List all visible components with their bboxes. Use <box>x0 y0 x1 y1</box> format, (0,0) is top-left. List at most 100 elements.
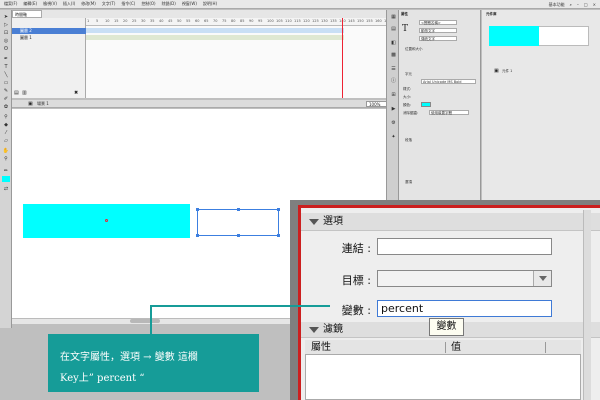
ruler-number: 135 <box>330 19 337 23</box>
menu-debug[interactable]: 除錯(D) <box>162 1 176 7</box>
pen-tool-icon[interactable]: ✒ <box>2 56 10 62</box>
layer-row-selected[interactable]: 圖層 2 <box>12 28 86 34</box>
transform-panel-icon[interactable]: ⊞ <box>389 92 398 99</box>
hand-tool-icon[interactable]: ✋ <box>2 148 10 154</box>
playhead[interactable] <box>342 18 343 98</box>
paint-bucket-tool-icon[interactable]: ◆ <box>2 122 10 128</box>
text-tool-icon[interactable]: T <box>2 64 10 70</box>
section-position-size[interactable]: 位置和大小 <box>405 47 423 52</box>
align-panel-icon[interactable]: ☰ <box>389 66 398 73</box>
options-section-header[interactable]: 選項 <box>301 213 600 231</box>
swap-colors-icon[interactable]: ⇄ <box>2 186 10 192</box>
registration-point <box>105 219 108 222</box>
workspace-switcher[interactable]: 基本功能 ⌕ – □ × <box>549 0 600 9</box>
library-item[interactable]: 元件 1 <box>502 69 512 74</box>
stroke-color-icon[interactable]: ✏ <box>2 168 10 174</box>
motion-presets-icon[interactable]: ▶ <box>389 106 398 113</box>
new-folder-icon[interactable]: ▥ <box>22 90 27 96</box>
actions-panel-icon[interactable]: ✦ <box>389 134 398 141</box>
timeline-ruler[interactable]: 1 5 10 15 20 25 30 35 40 45 50 55 60 65 70 75 80 85 90 95 10… <box>86 18 390 26</box>
menu-help[interactable]: 說明(H) <box>203 1 217 7</box>
instance-name-input[interactable]: <實體名稱> <box>419 20 457 25</box>
fill-color-swatch[interactable] <box>2 176 10 182</box>
link-input[interactable] <box>377 238 552 255</box>
column-header-value: 值 <box>451 342 461 353</box>
pencil-tool-icon[interactable]: ✎ <box>2 88 10 94</box>
ruler-number: 5 <box>96 19 99 23</box>
resize-handle[interactable] <box>277 234 280 237</box>
dynamic-text-field[interactable] <box>196 208 280 237</box>
frame-row[interactable] <box>86 28 344 33</box>
color-panel-icon[interactable]: ◧ <box>389 40 398 47</box>
target-select[interactable] <box>377 270 552 287</box>
section-options[interactable]: 選項 <box>405 180 412 185</box>
resize-handle[interactable] <box>237 234 240 237</box>
components-panel-icon[interactable]: ⚙ <box>389 120 398 127</box>
font-family-select[interactable]: Arial Unicode MS Bold <box>421 79 476 84</box>
timeline-tab[interactable]: 時間軸 <box>12 10 42 18</box>
free-transform-tool-icon[interactable]: ⊡ <box>2 30 10 36</box>
eraser-tool-icon[interactable]: ▱ <box>2 138 10 144</box>
menu-view[interactable]: 檢視(V) <box>43 1 57 7</box>
scrollbar-thumb[interactable] <box>130 319 160 323</box>
size-label: 大小: <box>403 95 412 99</box>
subselection-tool-icon[interactable]: ▷ <box>2 22 10 28</box>
resize-handle[interactable] <box>196 208 199 211</box>
library-panel-icon[interactable]: ▤ <box>389 26 398 33</box>
line-tool-icon[interactable]: ╲ <box>2 72 10 78</box>
section-paragraph[interactable]: 段落 <box>405 138 412 143</box>
selection-tool-icon[interactable]: ➤ <box>2 14 10 20</box>
bone-tool-icon[interactable]: ⚲ <box>2 114 10 120</box>
frame-grid[interactable] <box>86 26 390 98</box>
frame-row[interactable] <box>86 35 344 40</box>
new-layer-icon[interactable]: ▤ <box>14 90 19 96</box>
maximize-icon[interactable]: □ <box>584 2 588 7</box>
link-label: 連結 : <box>341 242 371 255</box>
ruler-number: 1 <box>87 19 90 23</box>
menu-control[interactable]: 控制(O) <box>141 1 155 7</box>
zoom-tool-icon[interactable]: ⚲ <box>2 156 10 162</box>
ruler-number: 85 <box>240 19 245 23</box>
lasso-tool-icon[interactable]: ʘ <box>2 46 10 52</box>
text-engine-select[interactable]: 傳統文字 <box>419 36 457 41</box>
eyedropper-tool-icon[interactable]: ⁄ <box>2 130 10 136</box>
layer-row[interactable]: 圖層 1 <box>12 35 86 41</box>
callout-leader-line <box>150 305 330 307</box>
delete-layer-icon[interactable]: ✖ <box>74 90 78 96</box>
ruler-number: 70 <box>213 19 218 23</box>
section-character[interactable]: 字元 <box>405 72 412 77</box>
info-panel-icon[interactable]: ⓘ <box>389 78 398 85</box>
menu-modify[interactable]: 修改(M) <box>81 1 96 7</box>
target-label: 目標 : <box>341 274 371 287</box>
menu-commands[interactable]: 指令(C) <box>121 1 135 7</box>
text-type-select[interactable]: 動態文字 <box>419 28 457 33</box>
3d-rotation-tool-icon[interactable]: ◎ <box>2 38 10 44</box>
resize-handle[interactable] <box>237 208 240 211</box>
collapse-triangle-icon[interactable] <box>309 327 319 333</box>
scene-label[interactable]: 場景 1 <box>37 101 49 107</box>
ruler-number: 15 <box>114 19 119 23</box>
collapse-triangle-icon[interactable] <box>309 219 319 225</box>
resize-handle[interactable] <box>196 234 199 237</box>
menu-text[interactable]: 文字(T) <box>102 1 116 7</box>
menu-edit[interactable]: 編輯(E) <box>23 1 37 7</box>
anti-alias-select[interactable]: 使用裝置字體 <box>429 110 469 115</box>
deco-tool-icon[interactable]: ✿ <box>2 104 10 110</box>
close-icon[interactable]: × <box>593 2 596 7</box>
minimize-icon[interactable]: – <box>577 2 579 7</box>
properties-panel-icon[interactable]: ▦ <box>389 14 398 21</box>
rectangle-tool-icon[interactable]: ▭ <box>2 80 10 86</box>
menu-insert[interactable]: 插入(I) <box>63 1 75 7</box>
menu-file[interactable]: 檔案(F) <box>4 1 17 7</box>
zoom-select[interactable]: 100% <box>366 101 388 107</box>
options-vertical-scrollbar[interactable] <box>583 210 591 400</box>
cyan-rectangle-shape[interactable] <box>23 204 190 238</box>
variable-input[interactable]: percent <box>377 300 552 317</box>
text-color-swatch[interactable] <box>421 102 431 107</box>
resize-handle[interactable] <box>277 208 280 211</box>
dropdown-arrow-icon[interactable] <box>533 271 551 286</box>
brush-tool-icon[interactable]: ✐ <box>2 96 10 102</box>
search-icon[interactable]: ⌕ <box>570 2 572 7</box>
swatches-panel-icon[interactable]: ▩ <box>389 52 398 59</box>
menu-window[interactable]: 視窗(W) <box>182 1 197 7</box>
